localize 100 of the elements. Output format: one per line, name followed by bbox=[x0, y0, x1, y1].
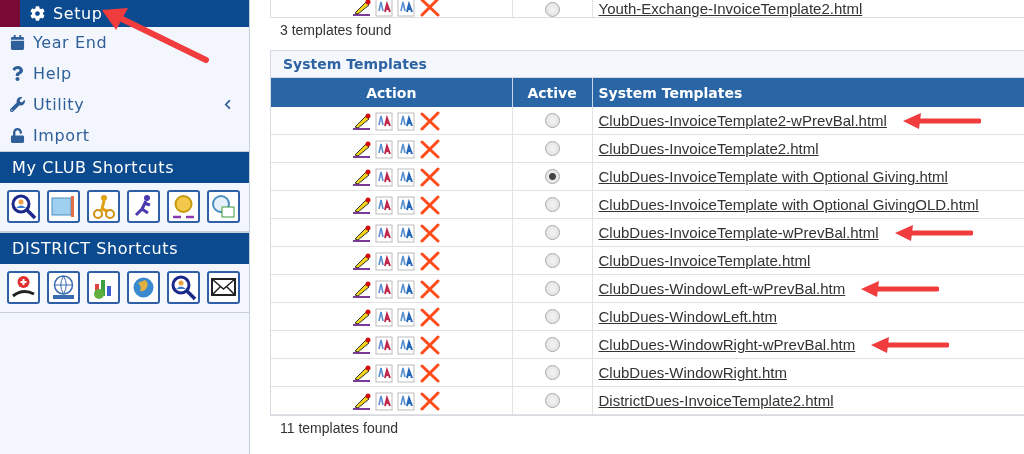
delete-icon[interactable] bbox=[418, 334, 441, 355]
column-header: Active bbox=[512, 78, 592, 107]
pencil-icon[interactable] bbox=[351, 363, 372, 382]
template-link[interactable]: ClubDues-InvoiceTemplate with Optional Giving.html bbox=[598, 168, 948, 185]
document-icon[interactable] bbox=[396, 166, 416, 187]
document-icon[interactable] bbox=[374, 194, 394, 215]
radio-button[interactable] bbox=[544, 169, 560, 184]
help-icon bbox=[10, 66, 25, 81]
radio-button[interactable] bbox=[544, 197, 560, 212]
pencil-icon[interactable] bbox=[351, 307, 372, 326]
template-link[interactable]: ClubDues-InvoiceTemplate-wPrevBal.html bbox=[598, 224, 879, 241]
document-icon[interactable] bbox=[374, 250, 394, 271]
radio-button[interactable] bbox=[544, 225, 560, 240]
radio-button[interactable] bbox=[544, 337, 560, 352]
radio-button[interactable] bbox=[544, 141, 560, 156]
template-link[interactable]: ClubDues-WindowLeft-wPrevBal.htm bbox=[598, 280, 846, 297]
pencil-icon[interactable] bbox=[351, 167, 372, 186]
sidebar-item[interactable]: Utility bbox=[0, 89, 249, 120]
document-icon[interactable] bbox=[374, 390, 394, 411]
shortcut-button[interactable] bbox=[167, 190, 200, 223]
shortcut-button[interactable] bbox=[207, 190, 240, 223]
delete-icon[interactable] bbox=[418, 166, 441, 187]
document-icon[interactable] bbox=[396, 0, 416, 17]
panel-title: System Templates bbox=[271, 51, 1024, 78]
sidebar-item[interactable]: Help bbox=[0, 58, 249, 89]
template-link[interactable]: ClubDues-InvoiceTemplate2.html bbox=[598, 140, 819, 157]
shortcut-button[interactable] bbox=[47, 190, 80, 223]
magnifier-person-icon bbox=[170, 274, 197, 301]
pencil-icon[interactable] bbox=[351, 111, 372, 130]
pencil-icon[interactable] bbox=[351, 335, 372, 354]
document-icon[interactable] bbox=[396, 110, 416, 131]
document-icon[interactable] bbox=[396, 390, 416, 411]
pencil-icon[interactable] bbox=[351, 223, 372, 242]
delete-icon[interactable] bbox=[418, 362, 441, 383]
shortcut-button[interactable] bbox=[207, 271, 240, 304]
shortcut-button[interactable] bbox=[127, 271, 160, 304]
document-icon[interactable] bbox=[374, 306, 394, 327]
magnifier-person-icon bbox=[10, 193, 37, 220]
pencil-icon[interactable] bbox=[351, 195, 372, 214]
radio-button[interactable] bbox=[544, 309, 560, 324]
sidebar-item[interactable]: Import bbox=[0, 120, 249, 151]
document-icon[interactable] bbox=[396, 222, 416, 243]
delete-icon[interactable] bbox=[418, 110, 441, 131]
sidebar-item[interactable]: Year End bbox=[0, 27, 249, 58]
shortcut-button[interactable] bbox=[7, 271, 40, 304]
template-link[interactable]: DistrictDues-InvoiceTemplate2.html bbox=[598, 392, 834, 409]
document-icon[interactable] bbox=[374, 166, 394, 187]
settings-icon bbox=[30, 6, 45, 21]
shortcut-button[interactable] bbox=[47, 271, 80, 304]
cyclist-icon bbox=[90, 193, 117, 220]
document-icon[interactable] bbox=[396, 362, 416, 383]
template-link[interactable]: ClubDues-WindowLeft.htm bbox=[598, 308, 777, 325]
radio-button[interactable] bbox=[544, 113, 560, 128]
document-icon[interactable] bbox=[374, 222, 394, 243]
document-icon[interactable] bbox=[374, 362, 394, 383]
template-link[interactable]: ClubDues-InvoiceTemplate2-wPrevBal.html bbox=[598, 112, 887, 129]
template-link[interactable]: ClubDues-WindowRight.htm bbox=[598, 364, 787, 381]
document-icon[interactable] bbox=[374, 334, 394, 355]
delete-icon[interactable] bbox=[418, 390, 441, 411]
radio-button[interactable] bbox=[544, 2, 560, 17]
template-link[interactable]: ClubDues-WindowRight-wPrevBal.htm bbox=[598, 336, 856, 353]
radio-button[interactable] bbox=[544, 281, 560, 296]
document-icon[interactable] bbox=[396, 138, 416, 159]
pencil-icon[interactable] bbox=[351, 279, 372, 298]
document-icon[interactable] bbox=[374, 278, 394, 299]
shortcut-button[interactable] bbox=[167, 271, 200, 304]
pencil-icon[interactable] bbox=[351, 391, 372, 410]
document-icon[interactable] bbox=[374, 110, 394, 131]
map-icon bbox=[50, 193, 77, 220]
shortcut-button[interactable] bbox=[87, 271, 120, 304]
pencil-icon[interactable] bbox=[351, 139, 372, 158]
document-icon[interactable] bbox=[374, 0, 394, 17]
shortcut-button[interactable] bbox=[7, 190, 40, 223]
section-header: My CLUB Shortcuts bbox=[0, 151, 249, 183]
delete-icon[interactable] bbox=[418, 194, 441, 215]
radio-button[interactable] bbox=[544, 253, 560, 268]
template-link[interactable]: ClubDues-InvoiceTemplate.html bbox=[598, 252, 811, 269]
document-icon[interactable] bbox=[396, 278, 416, 299]
pencil-icon[interactable] bbox=[351, 251, 372, 270]
shortcut-button[interactable] bbox=[127, 190, 160, 223]
document-icon[interactable] bbox=[396, 194, 416, 215]
shortcut-button[interactable] bbox=[87, 190, 120, 223]
document-icon[interactable] bbox=[396, 306, 416, 327]
template-link[interactable]: ClubDues-InvoiceTemplate with Optional GivingOLD.html bbox=[598, 196, 979, 213]
delete-icon[interactable] bbox=[418, 0, 441, 17]
delete-icon[interactable] bbox=[418, 138, 441, 159]
templates-count: 11 templates found bbox=[279, 419, 400, 436]
radio-button[interactable] bbox=[544, 365, 560, 380]
template-link[interactable]: Youth-Exchange-InvoiceTemplate2.html bbox=[598, 0, 863, 17]
pencil-icon[interactable] bbox=[351, 0, 372, 16]
globe-icon bbox=[50, 274, 77, 301]
delete-icon[interactable] bbox=[418, 222, 441, 243]
document-icon[interactable] bbox=[396, 334, 416, 355]
delete-icon[interactable] bbox=[418, 250, 441, 271]
delete-icon[interactable] bbox=[418, 306, 441, 327]
delete-icon[interactable] bbox=[418, 278, 441, 299]
document-icon[interactable] bbox=[374, 138, 394, 159]
radio-button[interactable] bbox=[544, 393, 560, 408]
sidebar-item[interactable]: Setup bbox=[0, 0, 249, 27]
document-icon[interactable] bbox=[396, 250, 416, 271]
